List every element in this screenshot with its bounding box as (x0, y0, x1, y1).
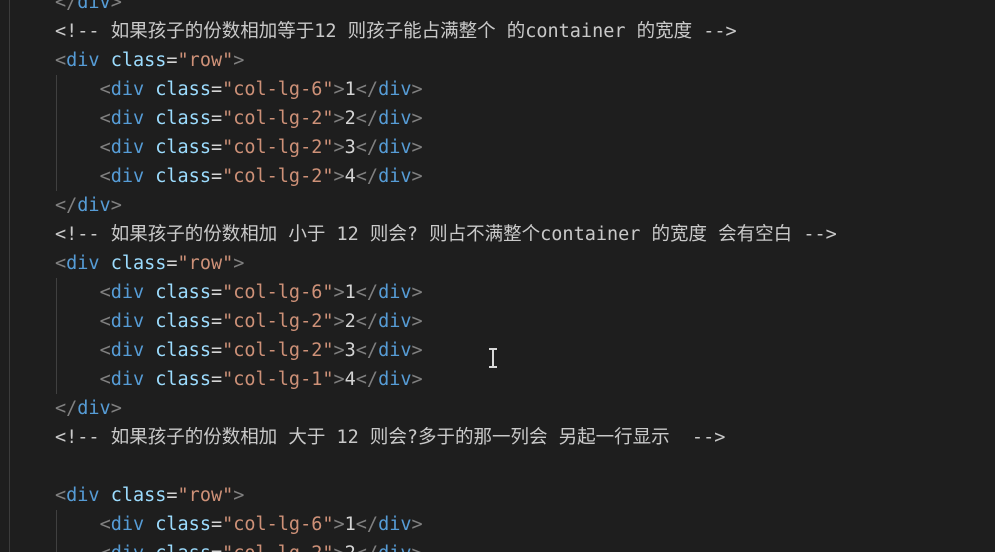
code-line[interactable]: <!-- 如果孩子的份数相加 大于 12 则会?多于的那一列会 另起一行显示 -… (55, 423, 725, 452)
tag-name: div (110, 282, 145, 303)
attribute-name: class (110, 50, 167, 71)
code-line[interactable]: </div> (55, 394, 122, 423)
tag-name: div (378, 282, 412, 303)
attribute-name: class (155, 166, 211, 187)
attribute-name: class (155, 79, 211, 100)
attribute-name: class (155, 543, 211, 552)
element-content: 3 (344, 340, 356, 361)
attribute-name: class (155, 311, 211, 332)
attribute-name: class (155, 282, 211, 303)
attribute-value: "col-lg-2" (222, 340, 334, 361)
tag-name: div (378, 166, 412, 187)
code-line[interactable]: <div class="col-lg-1">4</div> (55, 365, 423, 394)
code-line[interactable]: <div class="col-lg-2">2</div> (55, 104, 423, 133)
attribute-name: class (155, 108, 211, 129)
tag-name: div (378, 108, 412, 129)
code-line[interactable]: <div class="col-lg-2">3</div> (55, 336, 423, 365)
attribute-value: "row" (177, 253, 234, 274)
attribute-value: "col-lg-6" (222, 282, 334, 303)
element-content: 1 (344, 282, 356, 303)
code-line[interactable]: <!-- 如果孩子的份数相加 小于 12 则会? 则占不满整个container… (55, 220, 837, 249)
code-line[interactable]: <div class="col-lg-2">2</div> (55, 539, 423, 552)
attribute-name: class (155, 369, 211, 390)
element-content: 1 (344, 79, 356, 100)
attribute-value: "col-lg-1" (222, 369, 334, 390)
element-content: 1 (344, 514, 356, 535)
attribute-name: class (110, 485, 167, 506)
tag-name: div (110, 311, 145, 332)
tag-name: div (378, 79, 412, 100)
code-line[interactable]: </div> (55, 0, 122, 17)
attribute-name: class (155, 137, 211, 158)
attribute-value: "col-lg-6" (222, 79, 334, 100)
tag-name: div (110, 514, 145, 535)
code-editor[interactable]: </div> <!-- 如果孩子的份数相加等于12 则孩子能占满整个 的conta… (0, 0, 995, 552)
tag-name: div (378, 369, 412, 390)
tag-name: div (110, 108, 145, 129)
tag-name: div (77, 398, 111, 419)
attribute-name: class (155, 514, 211, 535)
tag-name: div (111, 543, 144, 552)
code-line[interactable]: <div class="row"> (55, 46, 244, 75)
tag-name: div (378, 311, 412, 332)
attribute-value: "col-lg-2" (222, 137, 334, 158)
element-content: 3 (344, 137, 356, 158)
attribute-value: "col-lg-2" (222, 166, 334, 187)
text-cursor-icon (488, 348, 498, 368)
html-comment: <!-- 如果孩子的份数相加等于12 则孩子能占满整个 的container 的… (55, 21, 737, 42)
html-comment: <!-- 如果孩子的份数相加 小于 12 则会? 则占不满整个container… (55, 224, 837, 245)
code-line[interactable]: </div> (55, 191, 122, 220)
element-content: 4 (344, 369, 356, 390)
attribute-value: "row" (177, 485, 234, 506)
tag-name: div (66, 253, 100, 274)
code-line[interactable]: <div class="col-lg-6">1</div> (55, 75, 423, 104)
code-line[interactable]: <div class="col-lg-2">2</div> (55, 307, 423, 336)
element-content: 2 (344, 108, 356, 129)
tag-name: div (110, 166, 145, 187)
tag-name: div (378, 543, 411, 552)
code-line[interactable]: <div class="row"> (55, 249, 244, 278)
element-content: 4 (344, 166, 356, 187)
tag-name: div (110, 137, 145, 158)
code-line[interactable]: <div class="col-lg-2">4</div> (55, 162, 423, 191)
tag-name: div (77, 0, 111, 13)
tag-name: div (110, 369, 145, 390)
code-line[interactable]: <div class="col-lg-6">1</div> (55, 510, 423, 539)
code-line[interactable]: <div class="col-lg-6">1</div> (55, 278, 423, 307)
tag-name: div (378, 340, 412, 361)
tag-name: div (66, 50, 100, 71)
attribute-value: "col-lg-2" (222, 543, 333, 552)
tag-name: div (110, 79, 145, 100)
element-content: 2 (345, 543, 356, 552)
code-line[interactable]: <div class="col-lg-2">3</div> (55, 133, 423, 162)
attribute-value: "col-lg-2" (222, 108, 334, 129)
element-content: 2 (344, 311, 356, 332)
tag-name: div (77, 195, 111, 216)
attribute-value: "col-lg-6" (222, 514, 334, 535)
attribute-name: class (155, 340, 211, 361)
tag-name: div (378, 514, 412, 535)
code-line[interactable]: <!-- 如果孩子的份数相加等于12 则孩子能占满整个 的container 的… (55, 17, 737, 46)
attribute-name: class (110, 253, 167, 274)
attribute-value: "col-lg-2" (222, 311, 334, 332)
attribute-value: "row" (177, 50, 234, 71)
tag-name: div (110, 340, 145, 361)
code-line[interactable]: <div class="row"> (55, 481, 244, 510)
tag-name: div (378, 137, 412, 158)
outer-indent-guide (9, 0, 10, 552)
tag-name: div (66, 485, 100, 506)
html-comment: <!-- 如果孩子的份数相加 大于 12 则会?多于的那一列会 另起一行显示 -… (55, 427, 726, 448)
